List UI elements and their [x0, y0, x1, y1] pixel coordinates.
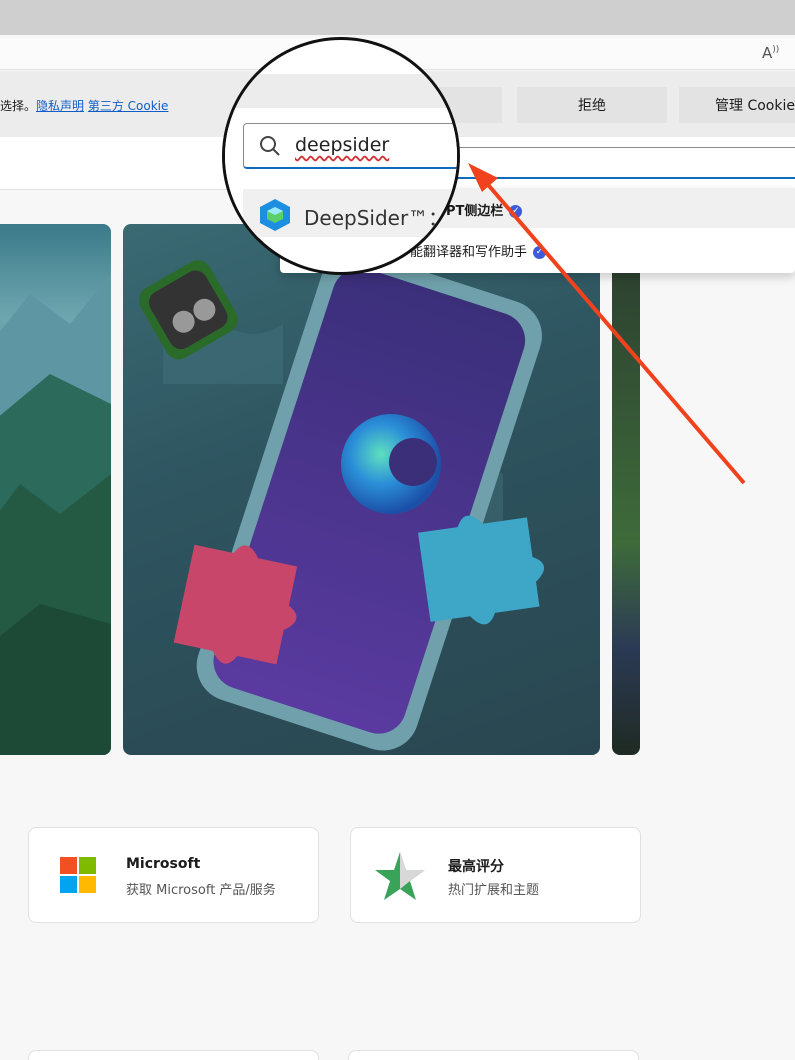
- top-rated-feature-card[interactable]: 最高评分 热门扩展和主题: [350, 827, 641, 923]
- search-query-text: deepsider: [295, 134, 390, 156]
- manage-cookie-button[interactable]: 管理 Cookie: [679, 87, 795, 123]
- deepsider-logo-icon: [260, 199, 290, 231]
- bottom-card-right[interactable]: [348, 1050, 639, 1060]
- suggestion-item-1-tail[interactable]: PT侧边栏 ✓: [446, 200, 523, 219]
- search-input-frame[interactable]: [455, 147, 795, 179]
- privacy-statement-link[interactable]: 隐私声明: [36, 99, 84, 113]
- carousel-card-edge-extensions[interactable]: [123, 224, 600, 755]
- suggestion-item-1-title: DeepSider™：: [304, 206, 449, 230]
- bottom-card-left[interactable]: [28, 1050, 319, 1060]
- carousel-card-mountains[interactable]: [0, 224, 111, 755]
- cookie-banner-text: 选择。隐私声明 第三方 Cookie: [0, 97, 168, 114]
- browser-tab-strip: [0, 0, 795, 35]
- reject-cookie-button[interactable]: 拒绝: [517, 87, 667, 123]
- microsoft-logo-icon: [60, 857, 96, 893]
- edge-phone-puzzle-image: [138, 251, 544, 751]
- verified-badge-icon: ✓: [533, 246, 547, 259]
- feature-card-subtitle: 热门扩展和主题: [448, 883, 540, 898]
- mountain-scene-image: [0, 274, 111, 755]
- magnifier-callout: deepsider DeepSider™：: [222, 37, 460, 275]
- third-party-cookie-link[interactable]: 第三方 Cookie: [88, 99, 169, 113]
- cookie-text-prefix: 选择。: [0, 99, 37, 113]
- carousel-card-partial[interactable]: [612, 224, 640, 755]
- microsoft-feature-card[interactable]: Microsoft 获取 Microsoft 产品/服务: [28, 827, 319, 923]
- feature-card-title: Microsoft: [126, 856, 201, 872]
- search-icon: [260, 136, 280, 156]
- search-input-underline: [455, 177, 795, 179]
- feature-card-title: 最高评分: [448, 859, 504, 875]
- verified-badge-icon: ✓: [509, 205, 523, 218]
- feature-card-subtitle: 获取 Microsoft 产品/服务: [126, 883, 276, 898]
- read-aloud-icon[interactable]: A)): [762, 44, 779, 62]
- star-icon: [375, 852, 425, 900]
